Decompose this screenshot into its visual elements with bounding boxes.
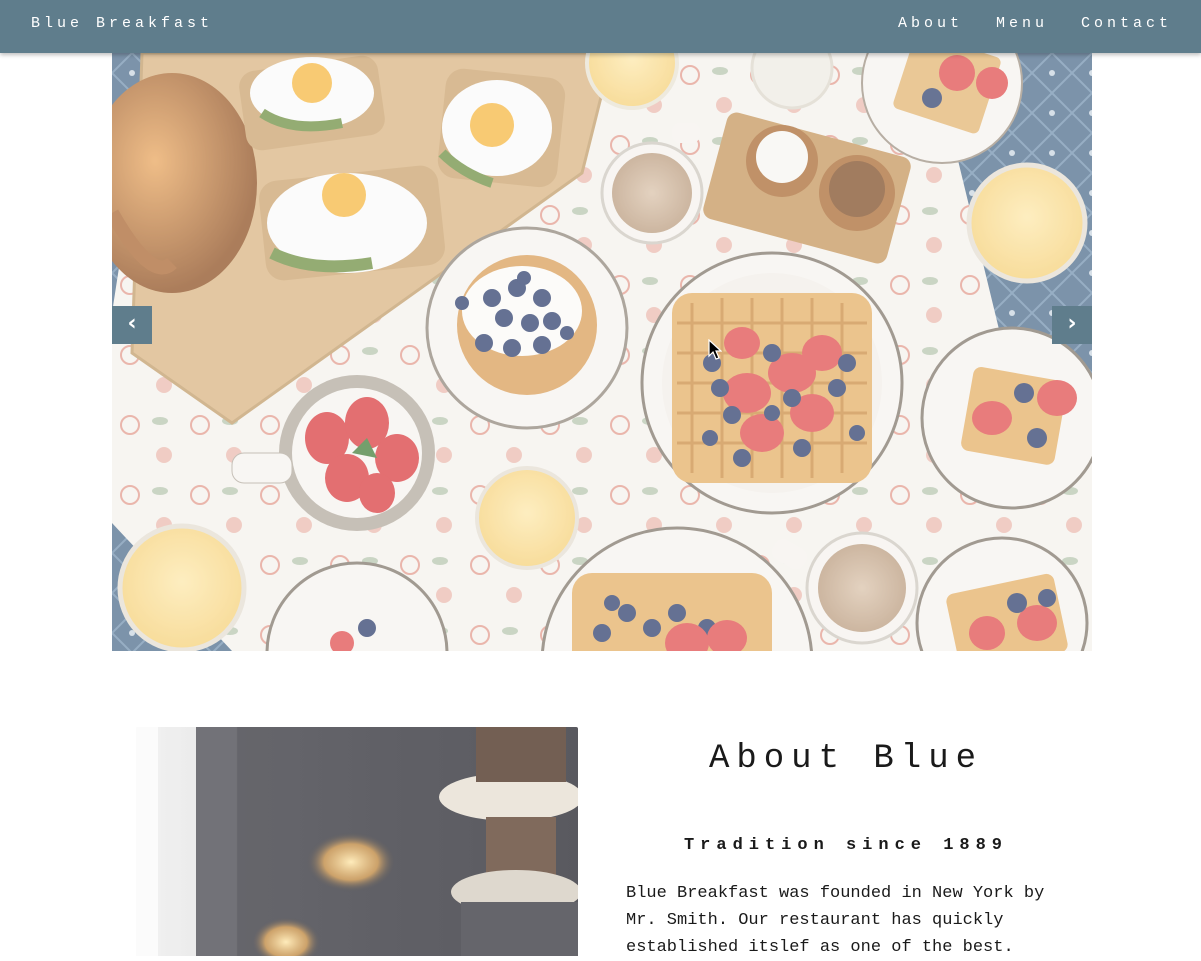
about-subtitle: Tradition since 1889	[683, 836, 1009, 855]
breakfast-table-photo	[112, 53, 1092, 651]
carousel-next-button[interactable]: ›	[1052, 306, 1092, 344]
about-image	[136, 727, 578, 956]
bakery-interior-photo	[136, 727, 578, 956]
brand-logo[interactable]: Blue Breakfast	[31, 15, 213, 32]
hero-carousel: ‹ ›	[112, 53, 1092, 651]
nav-link-menu[interactable]: Menu	[996, 15, 1048, 32]
carousel-prev-button[interactable]: ‹	[112, 306, 152, 344]
nav-links: About Menu Contact	[898, 15, 1172, 32]
chevron-right-icon: ›	[1067, 311, 1077, 336]
mouse-cursor-icon	[708, 339, 722, 360]
nav-link-about[interactable]: About	[898, 15, 963, 32]
chevron-left-icon: ‹	[127, 311, 137, 336]
nav-link-contact[interactable]: Contact	[1081, 15, 1172, 32]
navbar: Blue Breakfast About Menu Contact	[0, 0, 1201, 53]
about-title: About Blue	[708, 740, 984, 778]
about-description: Blue Breakfast was founded in New York b…	[626, 884, 1045, 957]
